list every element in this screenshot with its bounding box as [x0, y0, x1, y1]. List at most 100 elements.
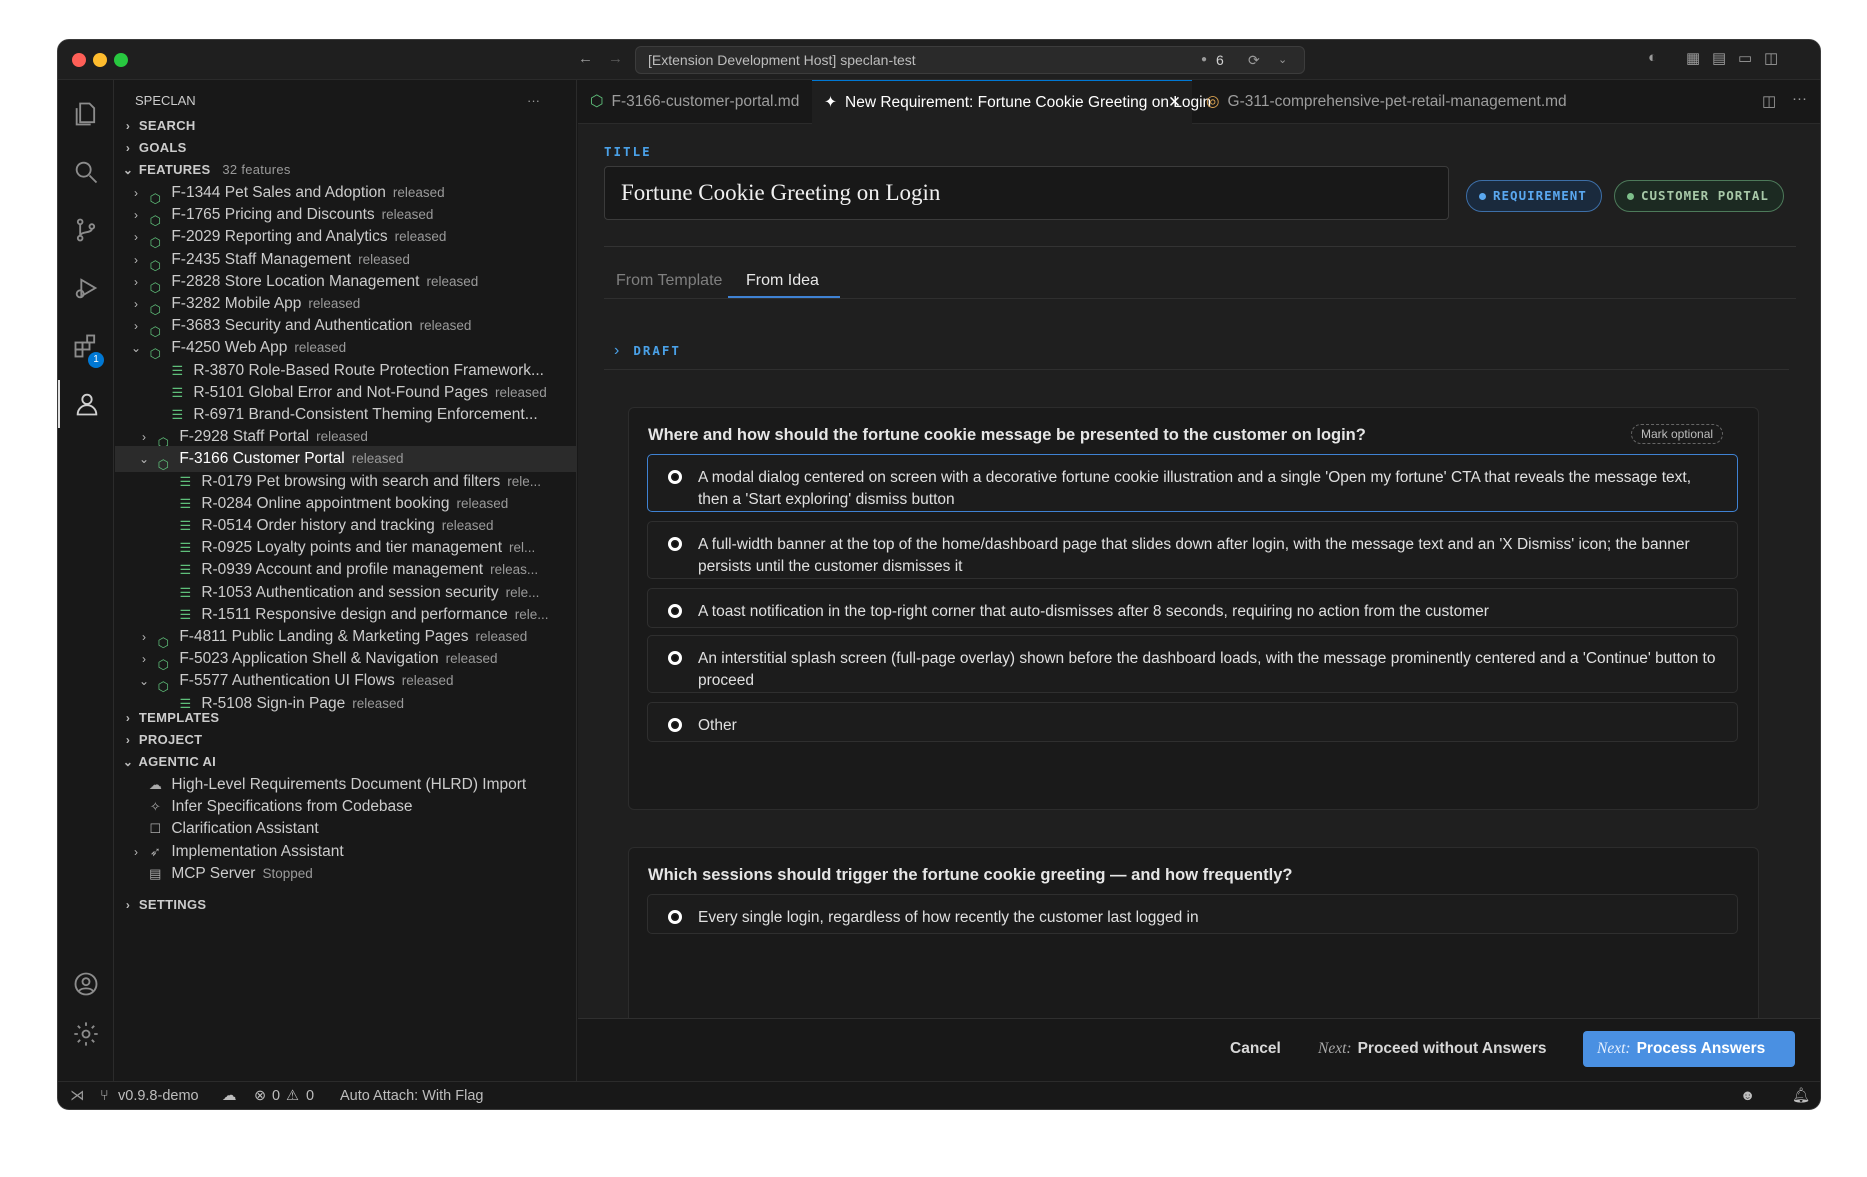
status-label: released	[426, 273, 479, 289]
answer-option[interactable]: An interstitial splash screen (full-page…	[647, 635, 1738, 693]
badge-parent-label: CUSTOMER PORTAL	[1641, 188, 1769, 203]
git-branch-label[interactable]: v0.9.8-demo	[118, 1082, 199, 1109]
extensions-icon[interactable]: 1	[58, 322, 114, 370]
sync-icon[interactable]: ⟳	[1248, 47, 1260, 73]
bell-icon[interactable]: 🔔︎	[1792, 1082, 1810, 1109]
agentic-item[interactable]: ▤ MCP Server Stopped	[115, 861, 576, 887]
target-icon: ◎	[1206, 93, 1220, 110]
status-label: released	[358, 251, 410, 267]
radio-button[interactable]	[668, 604, 682, 618]
box-icon: ⬡	[590, 93, 604, 110]
maximize-window-button[interactable]	[114, 53, 128, 67]
question-card-1: Where and how should the fortune cookie …	[628, 407, 1759, 810]
answer-option[interactable]: A modal dialog centered on screen with a…	[647, 454, 1738, 512]
close-tab-icon[interactable]: ✕	[1168, 81, 1181, 125]
auto-attach-label[interactable]: Auto Attach: With Flag	[340, 1082, 483, 1109]
warning-count[interactable]: 0	[306, 1082, 314, 1109]
source-control-icon[interactable]	[58, 206, 114, 254]
tab-from-template[interactable]: From Template	[616, 272, 722, 290]
git-branch-icon[interactable]: ⑂	[100, 1082, 109, 1109]
answer-option[interactable]: Every single login, regardless of how re…	[647, 894, 1738, 934]
editor-more-icon[interactable]: ···	[1792, 90, 1807, 107]
tab-from-idea[interactable]: From Idea	[746, 272, 819, 290]
radio-button[interactable]	[668, 910, 682, 924]
speclan-icon[interactable]	[58, 380, 114, 428]
answer-option-text: A modal dialog centered on screen with a…	[698, 469, 1692, 508]
error-icon[interactable]: ⊗	[254, 1082, 266, 1109]
feature-box-icon: ⬡	[157, 634, 169, 650]
answer-option[interactable]: Other	[647, 702, 1738, 742]
radio-button[interactable]	[668, 718, 682, 732]
tab-g311[interactable]: ◎ G-311-comprehensive-pet-retail-manageme…	[1194, 80, 1567, 124]
warning-icon[interactable]: ⚠	[286, 1082, 299, 1109]
draft-toggle[interactable]: › DRAFT	[614, 342, 681, 360]
tree-item-label: R-0514 Order history and tracking	[201, 517, 435, 534]
back-arrow-icon[interactable]: ←	[578, 50, 593, 67]
answer-option[interactable]: A full-width banner at the top of the ho…	[647, 521, 1738, 579]
tree-item-label: R-3870 Role-Based Route Protection Frame…	[193, 361, 544, 379]
status-label: Stopped	[262, 865, 313, 881]
section-features-label: FEATURES	[138, 162, 211, 177]
draft-label: DRAFT	[633, 343, 681, 358]
tree-item-label: R-0179 Pet browsing with search and filt…	[201, 472, 501, 490]
command-center[interactable]: [Extension Development Host] speclan-tes…	[635, 46, 1305, 74]
settings-gear-icon[interactable]	[58, 1010, 114, 1058]
status-label: releas...	[490, 562, 539, 578]
tree-item-label: F-3282 Mobile App	[171, 295, 302, 312]
cloud-sync-icon[interactable]: ☁	[222, 1082, 237, 1109]
answer-option-text: A toast notification in the top-right co…	[698, 603, 1489, 620]
feature-box-icon: ⬡	[157, 657, 169, 673]
section-settings[interactable]: › SETTINGS	[115, 892, 576, 918]
close-window-button[interactable]	[72, 53, 86, 67]
speclan-sidebar: SPECLAN ··· › SEARCH › GOALS ⌄ FEATURES …	[115, 80, 577, 1081]
toggle-sidebar-icon[interactable]: ▤	[1712, 49, 1726, 67]
tab-label: F-3166-customer-portal.md	[611, 93, 800, 110]
status-label: released	[456, 495, 509, 511]
question-1-text: Where and how should the fortune cookie …	[648, 426, 1366, 444]
status-label: released	[475, 629, 528, 644]
tree-item-label: R-1053 Authentication and session securi…	[201, 583, 499, 601]
status-label: released	[351, 451, 404, 467]
run-debug-icon[interactable]	[58, 264, 114, 312]
minimize-window-button[interactable]	[93, 53, 107, 67]
more-actions-icon[interactable]: ···	[527, 86, 540, 116]
process-answers-button[interactable]: Next: Process Answers	[1583, 1031, 1795, 1067]
radio-button[interactable]	[668, 537, 682, 551]
search-icon[interactable]	[58, 148, 114, 196]
section-project-label: PROJECT	[138, 732, 203, 747]
account-icon[interactable]	[58, 960, 114, 1008]
tree-item-label: F-3683 Security and Authentication	[171, 317, 413, 335]
answer-option[interactable]: A toast notification in the top-right co…	[647, 588, 1738, 628]
cancel-button[interactable]: Cancel	[1230, 1040, 1281, 1058]
radio-button[interactable]	[668, 651, 682, 665]
forward-arrow-icon[interactable]: →	[608, 50, 623, 67]
tab-new-requirement[interactable]: ✦ New Requirement: Fortune Cookie Greetin…	[812, 80, 1211, 125]
remote-icon[interactable]: ⋊	[70, 1082, 85, 1109]
status-bar: ⋊ ⑂ v0.9.8-demo ☁ ⊗ 0 ⚠ 0 Auto Attach: W…	[58, 1081, 1820, 1109]
question-2-text: Which sessions should trigger the fortun…	[648, 866, 1293, 884]
status-label: released	[441, 518, 494, 533]
customize-layout-icon[interactable]: ▦	[1686, 49, 1700, 67]
copilot-status-icon[interactable]: ☻	[1740, 1082, 1755, 1109]
status-label: released	[381, 207, 434, 223]
tree-item-label: F-4250 Web App	[171, 339, 288, 357]
toggle-panel-icon[interactable]: ▭	[1738, 49, 1752, 67]
tab-f3166[interactable]: ⬡ F-3166-customer-portal.md	[578, 80, 810, 124]
title-divider	[604, 246, 1796, 247]
tree-item-label: F-1344 Pet Sales and Adoption	[171, 184, 386, 201]
explorer-icon[interactable]	[58, 90, 114, 138]
error-count[interactable]: 0	[272, 1082, 280, 1109]
radio-button[interactable]	[668, 470, 682, 484]
status-label: released	[419, 318, 472, 334]
split-editor-icon[interactable]: ◫	[1762, 92, 1776, 110]
section-agentic-label: AGENTIC AI	[138, 754, 217, 769]
toggle-secondary-sidebar-icon[interactable]: ◫	[1764, 49, 1778, 67]
badge-requirement-label: REQUIREMENT	[1493, 188, 1587, 203]
copilot-icon[interactable]: ◐	[1648, 49, 1657, 66]
proceed-without-answers-button[interactable]: Next: Proceed without Answers	[1318, 1040, 1546, 1058]
section-search-label: SEARCH	[138, 118, 196, 133]
title-input[interactable]: Fortune Cookie Greeting on Login	[604, 166, 1449, 220]
mark-optional-button[interactable]: Mark optional	[1631, 424, 1724, 444]
vscode-window: ← → [Extension Development Host] speclan…	[57, 39, 1821, 1110]
chevron-down-icon[interactable]: ⌄	[1278, 47, 1287, 73]
